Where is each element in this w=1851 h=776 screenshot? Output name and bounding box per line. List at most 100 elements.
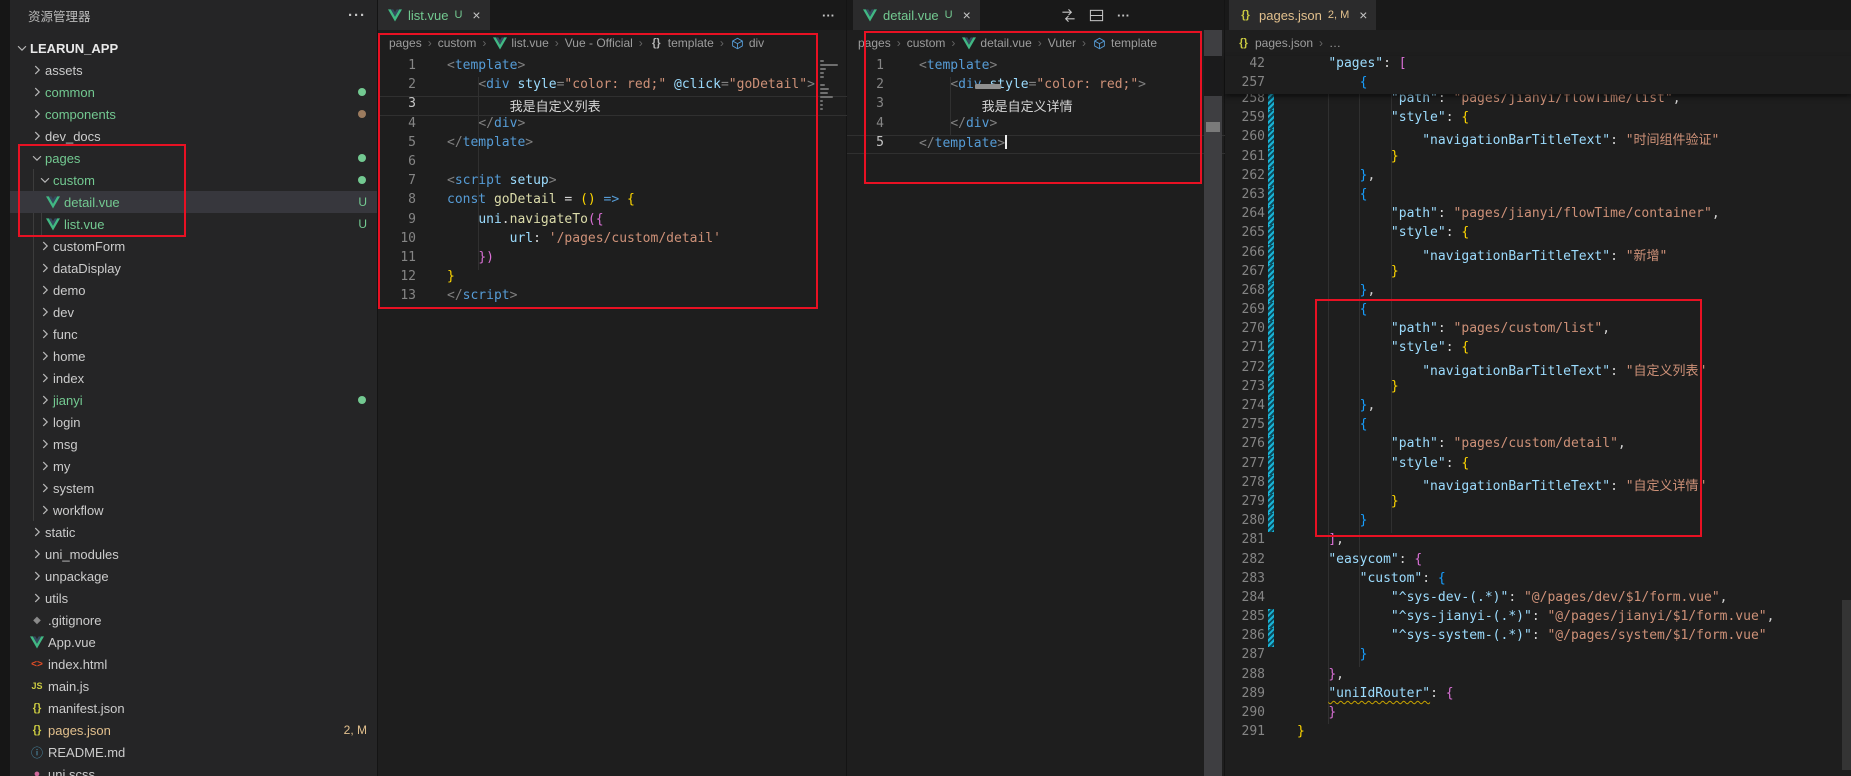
line-number[interactable]: 286 <box>1225 628 1265 647</box>
code-line[interactable]: 267 } <box>1225 264 1851 283</box>
chevron-right-icon[interactable] <box>29 107 44 122</box>
line-number[interactable]: 263 <box>1225 187 1265 206</box>
line-number[interactable]: 285 <box>1225 609 1265 628</box>
tree-item-.gitignore[interactable]: ◆.gitignore <box>10 609 377 631</box>
tree-item-home[interactable]: home <box>10 345 377 367</box>
chevron-right-icon[interactable] <box>29 525 44 540</box>
chevron-right-icon[interactable] <box>37 459 52 474</box>
line-number[interactable]: 276 <box>1225 436 1265 455</box>
code-line[interactable]: 260 "navigationBarTitleText": "时间组件验证" <box>1225 129 1851 148</box>
code-line[interactable]: 266 "navigationBarTitleText": "新增" <box>1225 245 1851 264</box>
line-number[interactable]: 259 <box>1225 110 1265 129</box>
line-number[interactable]: 288 <box>1225 667 1265 686</box>
line-number[interactable]: 5 <box>378 135 416 154</box>
tree-item-system[interactable]: system <box>10 477 377 499</box>
chevron-right-icon[interactable] <box>37 371 52 386</box>
tree-item-login[interactable]: login <box>10 411 377 433</box>
line-number[interactable]: 271 <box>1225 340 1265 359</box>
line-number[interactable]: 12 <box>378 269 416 288</box>
code-editor-pages-json[interactable]: 258 "path": "pages/jianyi/flowTime/list"… <box>1225 91 1851 743</box>
code-line[interactable]: 5</template> <box>847 135 1225 154</box>
minimap-slider[interactable] <box>975 84 1001 89</box>
breadcrumb-item[interactable]: Vue - Official <box>565 36 633 50</box>
code-line[interactable]: 275 { <box>1225 417 1851 436</box>
code-line[interactable]: 281 ], <box>1225 532 1851 551</box>
line-number[interactable]: 9 <box>378 212 416 231</box>
more-actions-icon[interactable]: ··· <box>1117 8 1130 23</box>
close-icon[interactable]: × <box>963 7 971 23</box>
line-number[interactable]: 3 <box>378 96 416 115</box>
chevron-right-icon[interactable] <box>29 569 44 584</box>
tree-item-customForm[interactable]: customForm <box>10 235 377 257</box>
line-number[interactable]: 11 <box>378 250 416 269</box>
breadcrumb-item[interactable]: list.vue <box>511 36 548 50</box>
tree-item-assets[interactable]: assets <box>10 59 377 81</box>
chevron-right-icon[interactable] <box>37 261 52 276</box>
tree-item-custom[interactable]: custom <box>10 169 377 191</box>
line-number[interactable]: 8 <box>378 192 416 211</box>
line-number[interactable]: 3 <box>847 96 884 115</box>
code-line[interactable]: 271 "style": { <box>1225 340 1851 359</box>
tree-item-README.md[interactable]: ⓘREADME.md <box>10 741 377 763</box>
code-line[interactable]: 2 <div style="color: red;"> <box>847 77 1225 96</box>
code-line[interactable]: 277 "style": { <box>1225 456 1851 475</box>
code-line[interactable]: 6 <box>378 154 847 173</box>
code-editor-detail-vue[interactable]: 1<template>2 <div style="color: red;">3 … <box>847 58 1225 154</box>
scrollbar[interactable] <box>1204 30 1222 776</box>
chevron-right-icon[interactable] <box>29 129 44 144</box>
tree-item-jianyi[interactable]: jianyi <box>10 389 377 411</box>
line-number[interactable]: 280 <box>1225 513 1265 532</box>
code-line[interactable]: 2 <div style="color: red;" @click="goDet… <box>378 77 847 96</box>
code-line[interactable]: 285 "^sys-jianyi-(.*)": "@/pages/jianyi/… <box>1225 609 1851 628</box>
tree-item-uni_modules[interactable]: uni_modules <box>10 543 377 565</box>
tree-item-common[interactable]: common <box>10 81 377 103</box>
line-number[interactable]: 267 <box>1225 264 1265 283</box>
breadcrumb-item[interactable]: custom <box>907 36 946 50</box>
more-actions-icon[interactable]: ··· <box>822 8 835 23</box>
breadcrumb-item[interactable]: pages <box>858 36 891 50</box>
chevron-right-icon[interactable] <box>29 591 44 606</box>
chevron-right-icon[interactable] <box>37 481 52 496</box>
line-number[interactable]: 291 <box>1225 724 1265 743</box>
breadcrumb-item[interactable]: template <box>668 36 714 50</box>
line-number[interactable]: 290 <box>1225 705 1265 724</box>
code-line[interactable]: 263 { <box>1225 187 1851 206</box>
code-line[interactable]: 5</template> <box>378 135 847 154</box>
chevron-down-icon[interactable] <box>37 173 52 188</box>
code-line[interactable]: 42 "pages": [ <box>1225 56 1851 75</box>
tree-item-list.vue[interactable]: list.vueU <box>10 213 377 235</box>
line-number[interactable]: 277 <box>1225 456 1265 475</box>
code-line[interactable]: 283 "custom": { <box>1225 571 1851 590</box>
open-changes-icon[interactable] <box>1061 8 1076 23</box>
tree-item-root[interactable]: LEARUN_APP <box>10 37 377 59</box>
line-number[interactable]: 2 <box>847 77 884 96</box>
line-number[interactable]: 7 <box>378 173 416 192</box>
tree-item-demo[interactable]: demo <box>10 279 377 301</box>
code-line[interactable]: 12} <box>378 269 847 288</box>
code-line[interactable]: 268 }, <box>1225 283 1851 302</box>
line-number[interactable]: 284 <box>1225 590 1265 609</box>
tree-item-index.html[interactable]: <>index.html <box>10 653 377 675</box>
chevron-right-icon[interactable] <box>37 239 52 254</box>
tree-item-utils[interactable]: utils <box>10 587 377 609</box>
tree-item-static[interactable]: static <box>10 521 377 543</box>
tree-item-pages.json[interactable]: {}pages.json2, M <box>10 719 377 741</box>
line-number[interactable]: 283 <box>1225 571 1265 590</box>
line-number[interactable]: 272 <box>1225 360 1265 379</box>
minimap[interactable] <box>818 58 844 128</box>
code-editor-list-vue[interactable]: 1<template>2 <div style="color: red;" @c… <box>378 58 847 307</box>
tree-item-App.vue[interactable]: App.vue <box>10 631 377 653</box>
line-number[interactable]: 266 <box>1225 245 1265 264</box>
chevron-right-icon[interactable] <box>37 503 52 518</box>
code-line[interactable]: 1<template> <box>378 58 847 77</box>
code-line[interactable]: 291} <box>1225 724 1851 743</box>
code-line[interactable]: 265 "style": { <box>1225 225 1851 244</box>
chevron-right-icon[interactable] <box>29 547 44 562</box>
chevron-right-icon[interactable] <box>37 437 52 452</box>
tree-item-dev[interactable]: dev <box>10 301 377 323</box>
tree-item-func[interactable]: func <box>10 323 377 345</box>
breadcrumb-item[interactable]: pages <box>389 36 422 50</box>
code-line[interactable]: 284 "^sys-dev-(.*)": "@/pages/dev/$1/for… <box>1225 590 1851 609</box>
line-number[interactable]: 289 <box>1225 686 1265 705</box>
code-line[interactable]: 1<template> <box>847 58 1225 77</box>
